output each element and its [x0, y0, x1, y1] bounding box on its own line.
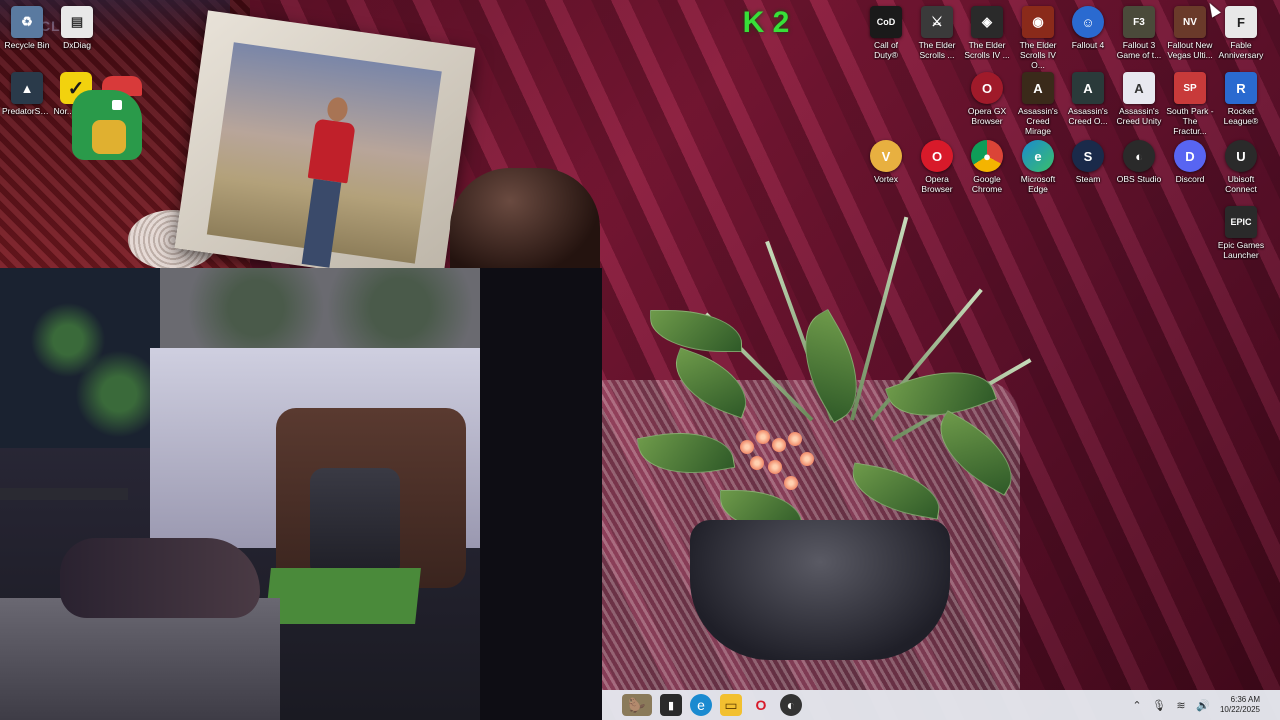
edge-taskbar-icon[interactable]: e: [690, 694, 712, 716]
elder-scrolls-icon: ⚔: [921, 6, 953, 38]
obs-taskbar-icon[interactable]: ◐: [780, 694, 802, 716]
wallpaper-urn: [450, 168, 600, 278]
discord-icon: D: [1174, 140, 1206, 172]
desktop-icon-opera[interactable]: O Opera Browser: [912, 140, 962, 194]
desktop-icon-ac-odyssey[interactable]: A Assassin's Creed O...: [1063, 72, 1113, 126]
fable-icon: F: [1225, 6, 1257, 38]
assassins-creed-unity-icon: A: [1123, 72, 1155, 104]
desktop-icon-fallout-new-vegas[interactable]: NV Fallout New Vegas Ulti...: [1165, 6, 1215, 60]
webcam-tapestry-left: [0, 268, 170, 448]
desktop-icon-ac-unity[interactable]: A Assassin's Creed Unity: [1114, 72, 1164, 126]
desktop-icon-discord[interactable]: D Discord: [1165, 140, 1215, 184]
oblivion-icon: ◉: [1022, 6, 1054, 38]
webcam-shelf: [0, 488, 128, 500]
desktop-icon-steam[interactable]: S Steam: [1063, 140, 1113, 184]
opera-icon: O: [921, 140, 953, 172]
desktop-icon-recycle-bin[interactable]: ♻ Recycle Bin: [2, 6, 52, 50]
webcam-doorway: [480, 268, 602, 720]
desktop-icon-elder-scrolls-iv-oblivion[interactable]: ◉ The Elder Scrolls IV O...: [1013, 6, 1063, 70]
desktop-icon-fable-anniversary[interactable]: F Fable Anniversary: [1216, 6, 1266, 60]
dragon-sticker-icon: [62, 70, 152, 166]
flowers: [740, 430, 830, 500]
framed-photo: [206, 42, 442, 268]
system-tray: ⌃ 🎙 ≋ 🔊 6:36 AM 10/22/2025: [1126, 694, 1260, 716]
recycle-bin-icon: ♻: [11, 6, 43, 38]
desktop-icon-vortex[interactable]: V Vortex: [861, 140, 911, 184]
webcam-tapestry-top: [160, 268, 480, 348]
steam-icon: S: [1072, 140, 1104, 172]
wallpaper-photo-frame: [174, 10, 476, 286]
opera-taskbar-icon[interactable]: O: [750, 694, 772, 716]
desktop-icon-ac-mirage[interactable]: A Assassin's Creed Mirage: [1013, 72, 1063, 136]
desktop-icon-ubisoft-connect[interactable]: U Ubisoft Connect: [1216, 140, 1266, 194]
plant-pot: [690, 520, 950, 660]
desktop-icon-call-of-duty[interactable]: CoD Call of Duty®: [861, 6, 911, 60]
obs-icon: ◐: [1123, 140, 1155, 172]
webcam-backpack: [310, 468, 400, 578]
taskbar-app-icon[interactable]: 🦫: [622, 694, 652, 716]
assassins-creed-odyssey-icon: A: [1072, 72, 1104, 104]
predator-sense-icon: ▲: [11, 72, 43, 104]
desktop-icon-opera-gx[interactable]: O Opera GX Browser: [962, 72, 1012, 126]
desktop-icon-microsoft-edge[interactable]: e Microsoft Edge: [1013, 140, 1063, 194]
desktop-icon-south-park[interactable]: SP South Park - The Fractur...: [1165, 72, 1215, 136]
clock-date: 10/22/2025: [1219, 705, 1260, 714]
webcam-person: [60, 538, 260, 618]
desktop-icon-dxdiag[interactable]: ▤ DxDiag: [52, 6, 102, 50]
desktop-icon-elder-scrolls-iv[interactable]: ◈ The Elder Scrolls IV ...: [962, 6, 1012, 60]
webcam-green-box: [265, 568, 421, 624]
k2-overlay-badge: K 2: [742, 6, 790, 39]
fallout-4-icon: ☺: [1072, 6, 1104, 38]
desktop-icon-elder-scrolls[interactable]: ⚔ The Elder Scrolls ...: [912, 6, 962, 60]
task-view-icon[interactable]: ▮: [660, 694, 682, 716]
epic-games-icon: EPIC: [1225, 206, 1257, 238]
assassins-creed-mirage-icon: A: [1022, 72, 1054, 104]
desktop-icon-rocket-league[interactable]: R Rocket League®: [1216, 72, 1266, 126]
dxdiag-icon: ▤: [61, 6, 93, 38]
wallpaper-plant: [630, 190, 1090, 670]
desktop-icon-predatorsense[interactable]: ▲ PredatorSe...: [2, 72, 52, 116]
fallout-3-icon: F3: [1123, 6, 1155, 38]
photo-person: [296, 95, 359, 269]
opera-gx-icon: O: [971, 72, 1003, 104]
desktop-icon-fallout-3[interactable]: F3 Fallout 3 Game of t...: [1114, 6, 1164, 60]
south-park-icon: SP: [1174, 72, 1206, 104]
chrome-icon: ●: [971, 140, 1003, 172]
call-of-duty-icon: CoD: [870, 6, 902, 38]
desktop-icon-fallout-4[interactable]: ☺ Fallout 4: [1063, 6, 1113, 50]
desktop-icon-google-chrome[interactable]: ● Google Chrome: [962, 140, 1012, 194]
desktop: CLOCK ♻ Recycle Bin ▤ DxDiag ▲ PredatorS…: [0, 0, 1280, 720]
ubisoft-connect-icon: U: [1225, 140, 1257, 172]
wifi-icon[interactable]: ≋: [1173, 697, 1189, 713]
webcam-overlay[interactable]: [0, 268, 602, 720]
desktop-icon-epic-games[interactable]: EPIC Epic Games Launcher: [1216, 206, 1266, 260]
fallout-new-vegas-icon: NV: [1174, 6, 1206, 38]
edge-icon: e: [1022, 140, 1054, 172]
volume-icon[interactable]: 🔊: [1195, 697, 1211, 713]
elder-scrolls-iv-icon: ◈: [971, 6, 1003, 38]
file-explorer-icon[interactable]: ▭: [720, 694, 742, 716]
vortex-icon: V: [870, 140, 902, 172]
chevron-up-icon[interactable]: ⌃: [1129, 697, 1145, 713]
taskbar-clock[interactable]: 6:36 AM 10/22/2025: [1220, 695, 1260, 715]
microphone-icon[interactable]: 🎙: [1151, 697, 1167, 713]
desktop-icon-obs-studio[interactable]: ◐ OBS Studio: [1114, 140, 1164, 184]
clock-time: 6:36 AM: [1230, 695, 1260, 704]
rocket-league-icon: R: [1225, 72, 1257, 104]
taskbar: 🦫 ▮ e ▭ O ◐ ⌃ 🎙 ≋ 🔊 6:36 AM 10/22/2025: [602, 690, 1280, 720]
